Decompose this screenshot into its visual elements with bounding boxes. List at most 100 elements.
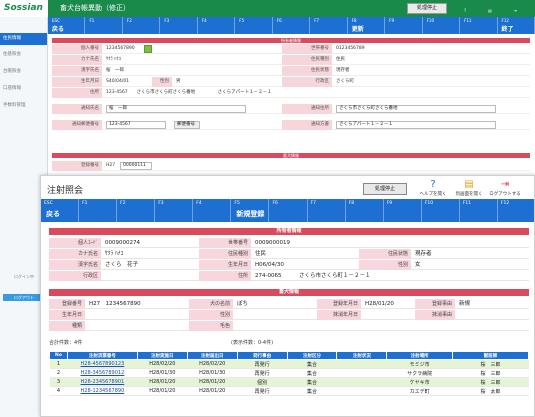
column-header[interactable]: 注射区分 bbox=[286, 351, 338, 360]
table-cell: 4 bbox=[49, 386, 68, 396]
logout-button[interactable]: ログアウト bbox=[3, 294, 45, 301]
column-header[interactable]: 注射実施日 bbox=[136, 351, 188, 360]
table-cell bbox=[336, 359, 387, 369]
app-logo: Sossian bbox=[0, 0, 48, 17]
dog-name-value: ぽち bbox=[237, 301, 249, 307]
table-cell: サクラ病院 bbox=[386, 368, 453, 378]
owner-row: カナ氏名 ｻｸﾗ ﾊﾅｺ 住民種別 住民 住民状態 現存者 bbox=[49, 249, 529, 259]
bg-row: カナ氏名 ｻｸﾗ ﾊﾅｺ 住民種別 住民 bbox=[52, 55, 530, 65]
owner-section-header: 所有者情報 bbox=[49, 228, 529, 235]
sidebar-item-1[interactable]: 住民情報 bbox=[0, 33, 47, 45]
notice-address2-field[interactable]: さくらアパート１－２－１ bbox=[336, 121, 496, 129]
injection-number-link[interactable]: H28-1234567890 bbox=[81, 388, 125, 394]
notice-name-field[interactable]: 桜 一郎 bbox=[106, 105, 246, 113]
fkey-number: F6 bbox=[276, 18, 282, 23]
bg-help-icon[interactable]: ? bbox=[455, 1, 475, 16]
injection-number-link[interactable]: H28-3456789012 bbox=[81, 370, 125, 376]
fkey-f2[interactable]: F2 bbox=[123, 17, 161, 34]
fkey-number: F12 bbox=[500, 201, 510, 206]
fkey-f6[interactable]: F6 bbox=[273, 17, 311, 34]
fkey-f10[interactable]: F10 bbox=[422, 199, 460, 222]
fkey-esc[interactable]: ESC 戻る bbox=[41, 199, 80, 222]
column-header[interactable]: 注射済票番号 bbox=[66, 351, 138, 360]
column-header[interactable]: No bbox=[49, 351, 68, 360]
injection-number-link[interactable]: H28-2345678901 bbox=[81, 379, 125, 385]
fkey-f8[interactable]: F8 bbox=[346, 199, 384, 222]
registration-number-field[interactable]: 00000111 bbox=[120, 162, 152, 170]
fkey-f3[interactable]: F3 bbox=[155, 199, 194, 222]
bg-stop-button[interactable]: 処理停止 bbox=[407, 3, 447, 14]
column-header[interactable]: 発行事由 bbox=[236, 351, 288, 360]
fkey-label: 戻る bbox=[52, 26, 65, 33]
table-row[interactable]: 4 H28-1234567890 H28/01/20 H28/01/20 再発行 集合 カエ… bbox=[49, 386, 529, 396]
lookup-icon[interactable] bbox=[144, 45, 152, 53]
logout-icon: ⇥ bbox=[500, 179, 510, 190]
resident-type-value: 住民 bbox=[255, 251, 267, 257]
injection-number-link[interactable]: H28-4567890123 bbox=[81, 361, 125, 367]
fkey-number: F12 bbox=[501, 18, 509, 23]
bg-window-icon[interactable]: ▤ bbox=[480, 1, 500, 16]
fkey-esc[interactable]: ESC 戻る bbox=[48, 17, 86, 34]
owner-sex-value: 女 bbox=[415, 262, 421, 268]
bg-owner-section-header: 所有者情報 bbox=[52, 38, 530, 43]
fkey-number: ESC bbox=[52, 18, 60, 23]
sidebar-item-4[interactable]: 口座情報 bbox=[0, 83, 47, 95]
field-label: 抹消事由 bbox=[415, 310, 455, 320]
fkey-number: F3 bbox=[158, 201, 164, 206]
fkey-f12[interactable]: F12 終了 bbox=[498, 17, 535, 34]
bg-row: 生年月日 S40/04/01 性別 男 行政区 さくら町 bbox=[52, 77, 530, 87]
notice-zip-field[interactable]: 123-4567 bbox=[106, 121, 166, 129]
fkey-number: F8 bbox=[351, 18, 357, 23]
column-header[interactable]: 注射状況 bbox=[336, 351, 388, 360]
fkey-number: F9 bbox=[389, 18, 394, 23]
fkey-number: F3 bbox=[164, 18, 170, 23]
fkey-f7[interactable]: F7 bbox=[310, 17, 348, 34]
fkey-f11[interactable]: F11 bbox=[460, 17, 498, 34]
fkey-f5[interactable]: F5 新規登録 bbox=[231, 199, 270, 222]
resident-status-value: 現存者 bbox=[415, 251, 432, 257]
bg-logout-icon[interactable]: ⇥ bbox=[505, 1, 525, 16]
dog-registration-value: H27 1234567890 bbox=[89, 301, 141, 307]
column-header[interactable]: 注射場所 bbox=[386, 351, 454, 360]
sidebar-item-2[interactable]: 住基照会 bbox=[0, 49, 47, 61]
fkey-f12[interactable]: F12 bbox=[498, 199, 534, 222]
fkey-number: F7 bbox=[314, 18, 320, 23]
field-label: 性別 bbox=[359, 260, 411, 270]
table-cell: カエデ町 bbox=[386, 386, 453, 396]
fkey-f1[interactable]: F1 bbox=[85, 17, 123, 34]
fkey-number: F9 bbox=[386, 201, 393, 206]
table-cell: 個別 bbox=[237, 377, 288, 387]
fkey-f8[interactable]: F8 更新 bbox=[348, 17, 386, 34]
notice-address-field[interactable]: さくら市さくら町さくら番地 bbox=[336, 105, 496, 113]
owner-address-value: さくら市さくら町１－２－１ bbox=[299, 273, 371, 279]
fkey-number: F8 bbox=[348, 201, 355, 206]
table-row[interactable]: 1 H28-4567890123 H28/02/20 H28/02/20 再発行 集合 モミ… bbox=[49, 359, 529, 369]
column-header[interactable]: 獣医師 bbox=[452, 351, 529, 360]
table-cell: 集合 bbox=[287, 386, 337, 396]
window-icon: ▤ bbox=[464, 179, 474, 190]
fkey-f3[interactable]: F3 bbox=[160, 17, 198, 34]
zip-search-button[interactable]: 郵便番号 bbox=[174, 121, 200, 129]
table-row[interactable]: 3 H28-2345678901 H28/01/20 H28/01/20 個別 集合 ケヤキ… bbox=[49, 377, 529, 387]
fkey-f6[interactable]: F6 bbox=[269, 199, 308, 222]
fkey-f9[interactable]: F9 bbox=[384, 199, 422, 222]
field-label: 生年月日 bbox=[199, 260, 251, 270]
table-cell: H28/01/30 bbox=[187, 368, 238, 378]
fkey-f4[interactable]: F4 bbox=[198, 17, 236, 34]
fkey-f11[interactable]: F11 bbox=[460, 199, 498, 222]
fkey-f2[interactable]: F2 bbox=[117, 199, 156, 222]
fkey-f9[interactable]: F9 bbox=[385, 17, 423, 34]
fkey-f4[interactable]: F4 bbox=[193, 199, 232, 222]
table-cell: 桜 三郎 bbox=[452, 368, 529, 378]
fkey-f10[interactable]: F10 bbox=[423, 17, 461, 34]
sidebar-item-5[interactable]: 手数料管理 bbox=[0, 100, 47, 112]
column-header[interactable]: 注射届出日 bbox=[186, 351, 238, 360]
table-row[interactable]: 2 H28-3456789012 H28/01/30 H28/01/30 再発行 集合 サク… bbox=[49, 368, 529, 378]
stop-processing-button[interactable]: 処理停止 bbox=[363, 183, 407, 195]
table-cell: 集合 bbox=[287, 368, 337, 378]
fkey-f7[interactable]: F7 bbox=[308, 199, 346, 222]
fkey-f5[interactable]: F5 bbox=[235, 17, 273, 34]
fkey-f1[interactable]: F1 bbox=[79, 199, 118, 222]
table-cell: H28/01/20 bbox=[187, 386, 238, 396]
sidebar-item-3[interactable]: 台帳照会 bbox=[0, 66, 47, 78]
